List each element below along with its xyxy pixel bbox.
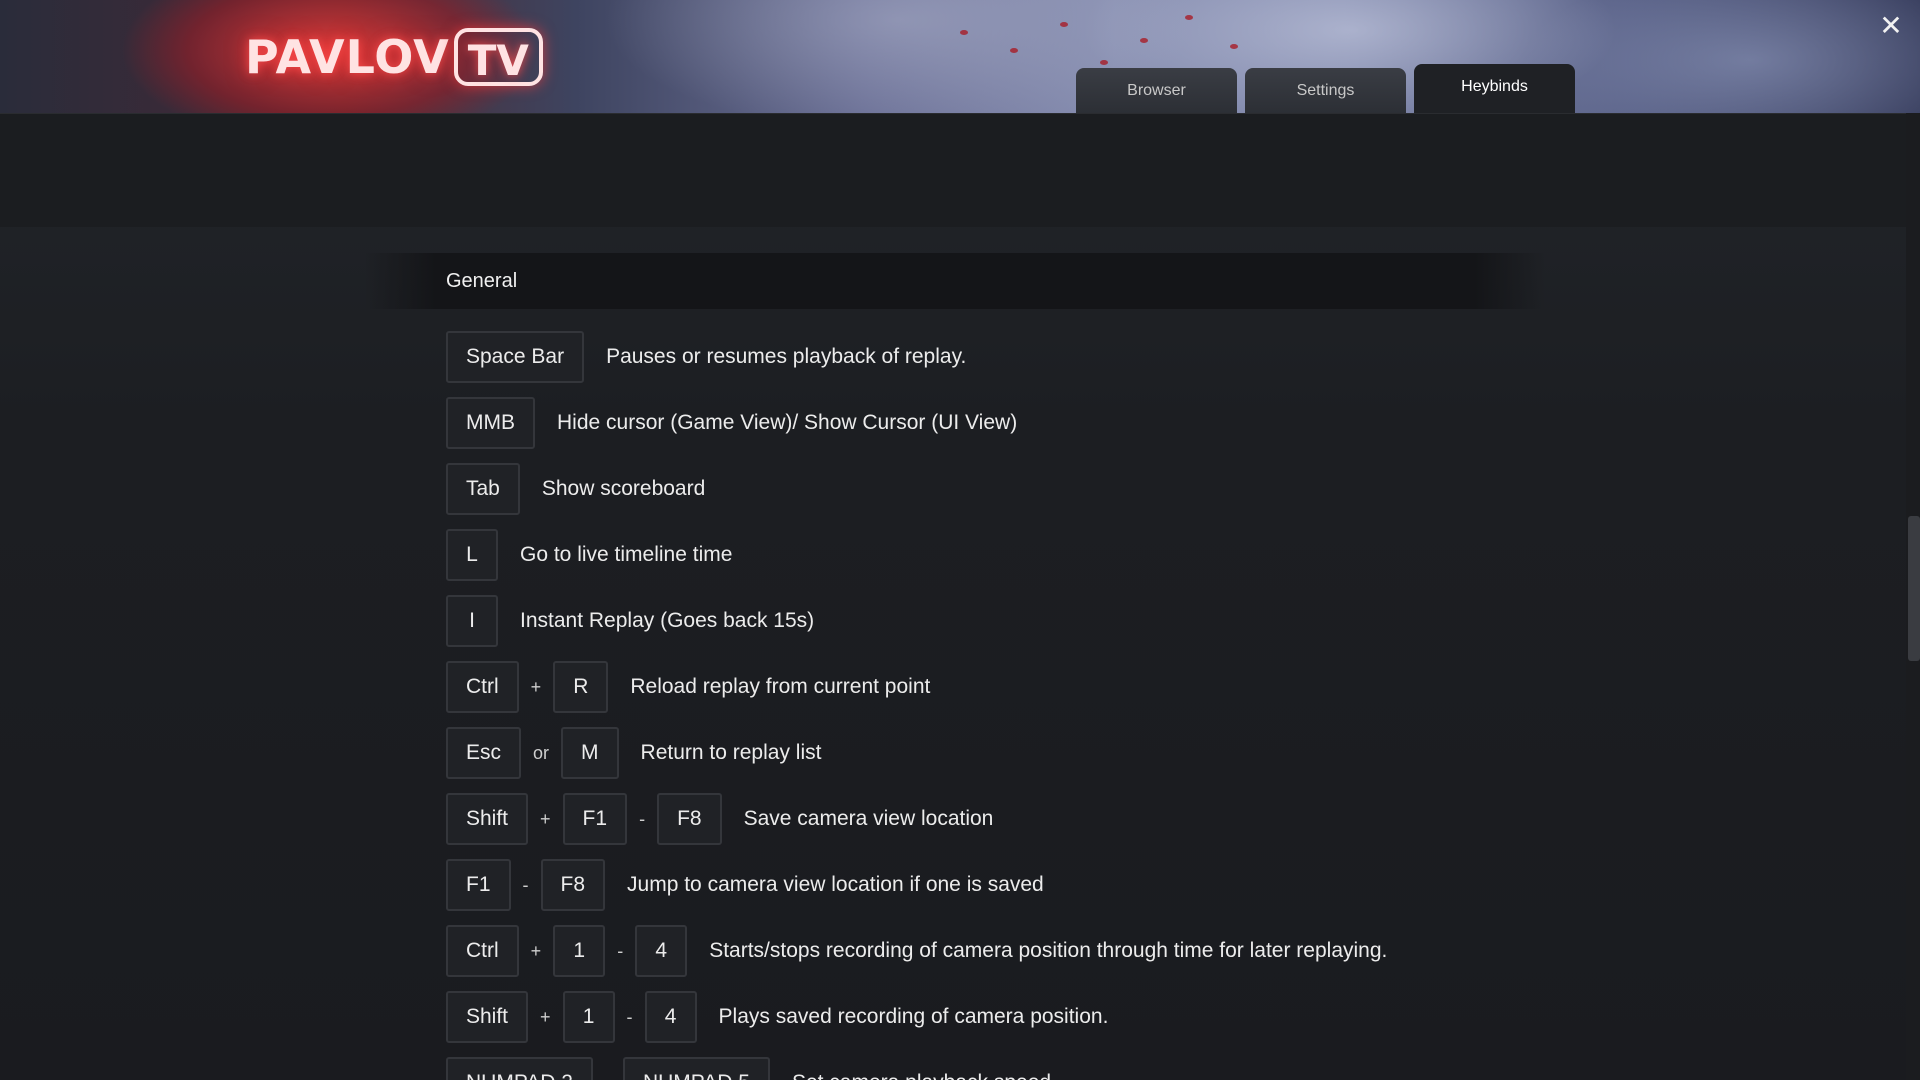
keybind-row: Shift +1-4 Plays saved recording of camera… — [446, 991, 1387, 1043]
close-icon[interactable]: ✕ — [1876, 9, 1906, 42]
banner-decoration — [960, 30, 968, 35]
key-cap: Space Bar — [446, 331, 585, 383]
keybind-row: Tab Show scoreboard — [446, 463, 1387, 515]
scrollbar-thumb[interactable] — [1908, 516, 1920, 661]
key-separator: - — [617, 940, 624, 961]
keybind-description: Pauses or resumes playback of replay. — [606, 345, 967, 368]
key-cap: F1 — [562, 793, 628, 845]
key-separator: + — [530, 940, 542, 961]
keybind-row: NUMPAD 2-NUMPAD 5 Set camera playback spe… — [446, 1057, 1387, 1080]
key-separator: or — [533, 742, 550, 763]
logo-main-text: PAVLOV — [245, 30, 450, 84]
tab-settings[interactable]: Settings — [1245, 68, 1406, 113]
keybind-description: Jump to camera view location if one is s… — [627, 873, 1044, 896]
logo-tv-text: TV — [453, 28, 543, 86]
keybind-description: Starts/stops recording of camera positio… — [709, 939, 1388, 962]
toolbar-band — [0, 113, 1920, 227]
keybind-row: Ctrl +1-4 Starts/stops recording of camera… — [446, 925, 1387, 977]
tab-browser[interactable]: Browser — [1076, 68, 1237, 113]
section-header: General — [365, 253, 1545, 309]
banner-decoration — [1185, 15, 1193, 20]
keybind-row: Esc or M Return to replay list — [446, 727, 1387, 779]
key-cap: Ctrl — [446, 925, 519, 977]
key-cap: F8 — [540, 859, 606, 911]
key-separator: - — [626, 1006, 633, 1027]
key-cap: L — [446, 529, 498, 581]
key-separator: + — [540, 1006, 551, 1027]
key-separator: + — [530, 676, 542, 697]
banner-decoration — [1010, 48, 1018, 53]
key-cap: F1 — [446, 859, 511, 911]
keybind-list: Space Bar Pauses or resumes playback of r… — [446, 331, 1387, 1080]
keybind-description: Plays saved recording of camera position… — [718, 1005, 1109, 1028]
key-cap: F8 — [657, 793, 722, 845]
keybind-row: MMB Hide cursor (Game View)/ Show Cursor … — [446, 397, 1387, 449]
keybind-row: Shift + F1- F8 Save camera view location — [446, 793, 1387, 845]
key-cap: R — [553, 661, 609, 713]
key-separator: + — [540, 808, 551, 829]
key-cap: Shift — [446, 793, 529, 845]
key-cap: I — [446, 595, 498, 647]
tab-bar: Browser Settings Heybinds — [1076, 64, 1575, 113]
keybind-description: Hide cursor (Game View)/ Show Cursor (UI… — [557, 411, 1018, 434]
key-cap: NUMPAD 2 — [446, 1057, 593, 1080]
keybind-row: L Go to live timeline time — [446, 529, 1387, 581]
keybinds-panel: General Space Bar Pauses or resumes playb… — [0, 227, 1920, 1080]
keybind-row: I Instant Replay (Goes back 15s) — [446, 595, 1387, 647]
banner-decoration — [1140, 38, 1148, 43]
keybind-description: Go to live timeline time — [520, 543, 733, 566]
key-cap: 4 — [644, 991, 697, 1043]
key-cap: Tab — [446, 463, 520, 515]
key-cap: Ctrl — [446, 661, 519, 713]
key-cap: Shift — [446, 991, 529, 1043]
pavlov-tv-app: PAVLOV TV ✕ Browser Settings Heybinds Ge… — [0, 0, 1920, 1080]
keybind-row: F1- F8 Jump to camera view location if one… — [446, 859, 1387, 911]
key-separator: - — [522, 874, 529, 895]
keybind-description: Return to replay list — [640, 741, 822, 764]
key-cap: 1 — [553, 925, 606, 977]
keybind-description: Instant Replay (Goes back 15s) — [520, 609, 815, 632]
header-banner: PAVLOV TV ✕ Browser Settings Heybinds — [0, 0, 1920, 113]
keybind-row: Ctrl + R Reload replay from current point — [446, 661, 1387, 713]
keybind-description: Show scoreboard — [541, 477, 706, 500]
key-separator: - — [593, 1073, 623, 1080]
key-cap: Esc — [446, 727, 522, 779]
keybind-description: Reload replay from current point — [630, 675, 931, 698]
keybind-row: Space Bar Pauses or resumes playback of r… — [446, 331, 1387, 383]
banner-decoration — [1230, 44, 1238, 49]
key-cap: M — [561, 727, 619, 779]
key-cap: NUMPAD 5 — [622, 1057, 770, 1080]
section-title: General — [446, 269, 518, 292]
key-cap: 4 — [635, 925, 688, 977]
tab-keybinds[interactable]: Heybinds — [1414, 64, 1575, 113]
key-separator: - — [639, 808, 646, 829]
key-cap: MMB — [446, 397, 535, 449]
key-cap: 1 — [562, 991, 615, 1043]
banner-decoration — [1060, 22, 1068, 27]
keybind-description: Set camera playback speed — [792, 1071, 1051, 1080]
pavlov-tv-logo: PAVLOV TV — [245, 26, 543, 88]
keybind-description: Save camera view location — [743, 807, 994, 830]
